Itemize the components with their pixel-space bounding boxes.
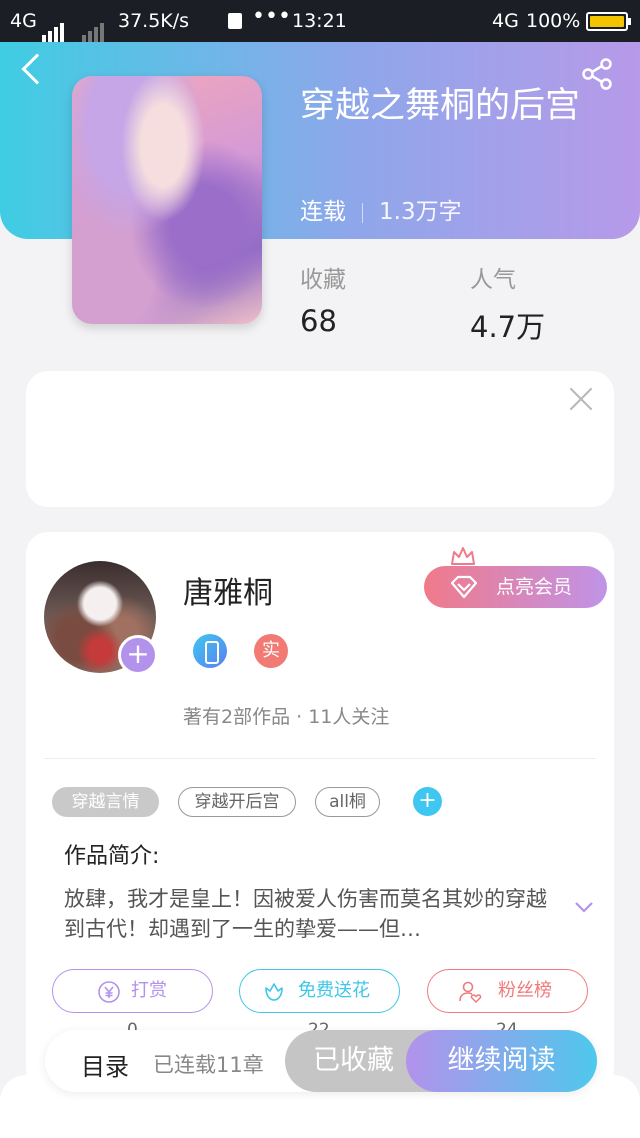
- author-meta: 著有2部作品 · 11人关注: [183, 706, 390, 728]
- status-bar: 4G 37.5K/s ••• 13:21 4G 100%: [0, 0, 640, 42]
- continue-reading-button[interactable]: 继续阅读: [406, 1030, 597, 1092]
- chapter-count[interactable]: 已连载11章: [153, 1049, 264, 1079]
- close-icon[interactable]: [568, 386, 594, 412]
- favorites-value: 68: [300, 304, 337, 338]
- fan-ranking-label: 粉丝榜: [498, 980, 552, 1001]
- send-flower-button[interactable]: 免费送花: [239, 969, 400, 1013]
- flower-icon: [265, 983, 283, 1001]
- popularity-label: 人气: [470, 267, 516, 293]
- author-name[interactable]: 唐雅桐: [183, 568, 273, 612]
- network-type: 4G: [10, 10, 37, 32]
- network-speed: 37.5K/s: [118, 10, 190, 32]
- intro-text: 放肆，我才是皇上！因被爱人伤害而莫名其妙的穿越到古代！却遇到了一生的挚爱——但…: [64, 887, 547, 941]
- clock: 13:21: [292, 10, 347, 32]
- book-cover-image[interactable]: [72, 76, 262, 324]
- favorites-label: 收藏: [300, 267, 346, 293]
- battery-icon: [586, 12, 631, 31]
- network-type-2: 4G: [492, 10, 519, 32]
- chevron-down-icon[interactable]: [575, 898, 593, 916]
- diamond-icon: [450, 575, 478, 599]
- popularity-value: 4.7万: [470, 310, 546, 344]
- table-of-contents-button[interactable]: 目录: [81, 1047, 129, 1082]
- add-tag-button[interactable]: +: [413, 787, 442, 816]
- follow-plus-icon[interactable]: +: [118, 635, 158, 675]
- divider: [44, 758, 596, 759]
- more-icon: •••: [252, 4, 291, 29]
- tag-chip[interactable]: all桐: [315, 787, 380, 817]
- tag-chip[interactable]: 穿越言情: [52, 787, 159, 817]
- word-count: 1.3万字: [379, 199, 462, 225]
- yuan-icon: [98, 981, 120, 1003]
- crown-icon: [451, 547, 475, 565]
- book-title: 穿越之舞桐的后宫: [300, 86, 581, 126]
- user-heart-icon: [459, 981, 482, 1004]
- reward-label: 打赏: [131, 980, 167, 1001]
- vip-button-label: 点亮会员: [496, 576, 573, 598]
- battery-percent: 100%: [526, 10, 581, 32]
- tag-chip[interactable]: 穿越开后宫: [178, 787, 296, 817]
- send-flower-label: 免费送花: [298, 980, 370, 1001]
- real-name-badge: 实: [254, 634, 288, 668]
- divider: [362, 202, 363, 223]
- intro-label: 作品简介:: [64, 844, 160, 869]
- notification-icon: [228, 13, 242, 29]
- fan-ranking-button[interactable]: 粉丝榜: [427, 969, 588, 1013]
- ad-card: [26, 371, 614, 507]
- book-status-row: 连载 1.3万字: [300, 192, 462, 226]
- serial-status: 连载: [300, 199, 346, 225]
- phone-verified-icon: [193, 634, 227, 668]
- reward-button[interactable]: 打赏: [52, 969, 213, 1013]
